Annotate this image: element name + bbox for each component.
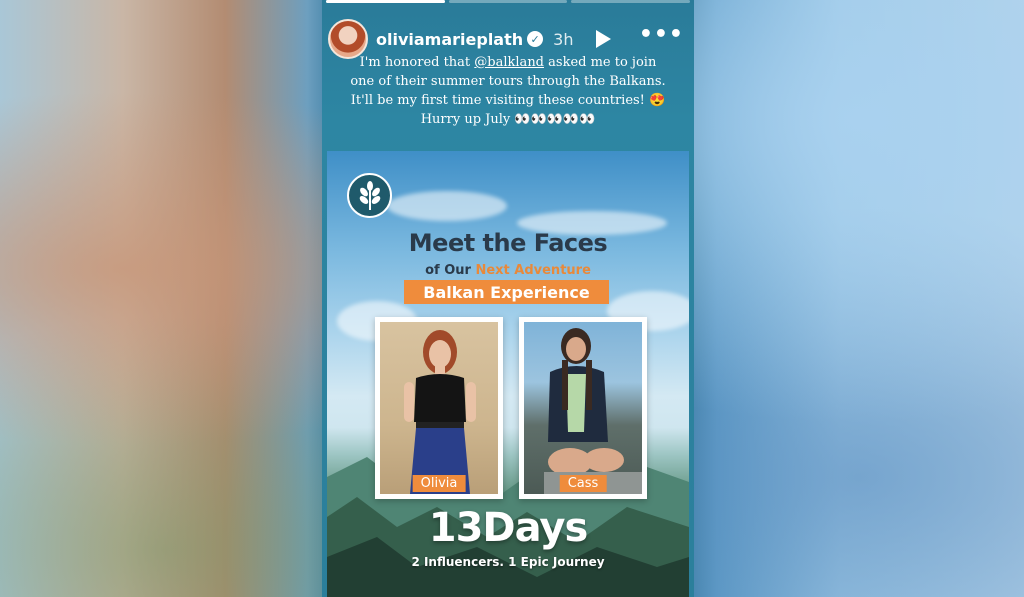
shared-post-image[interactable]: Meet the Faces of Our Next Adventure Bal…	[327, 151, 689, 597]
story-progress-bar	[326, 0, 691, 3]
mention-link[interactable]: @balkland	[474, 55, 544, 70]
post-tagline: 2 Influencers. 1 Epic Journey	[411, 555, 605, 569]
more-options-icon[interactable]: •••	[639, 24, 684, 46]
progress-segment	[571, 0, 691, 3]
progress-segment	[448, 0, 568, 3]
post-title: Meet the Faces	[408, 229, 608, 257]
timestamp: 3h	[553, 29, 574, 49]
trip-duration: 13Days	[428, 505, 589, 551]
influencer-photo-cass: Cass	[519, 317, 647, 499]
influencer-photo-olivia: Olivia	[375, 317, 503, 499]
instagram-story[interactable]: oliviamarieplath ✓ 3h ••• I'm honored th…	[322, 0, 694, 597]
cloud	[387, 191, 507, 221]
tour-badge: Balkan Experience	[404, 280, 609, 304]
verified-check-icon: ✓	[527, 31, 544, 47]
story-caption: I'm honored that @balkland asked me to j…	[348, 53, 668, 129]
progress-segment	[326, 0, 445, 3]
play-icon[interactable]	[595, 30, 611, 48]
photo-label-cass: Cass	[559, 475, 607, 492]
subtitle-accent: Next Adventure	[475, 263, 591, 278]
photo-label-olivia: Olivia	[412, 475, 466, 492]
username[interactable]: oliviamarieplath	[376, 30, 523, 49]
caption-text: I'm honored that	[359, 55, 475, 70]
post-subtitle: of Our Next Adventure	[327, 263, 689, 278]
subtitle-prefix: of Our	[425, 263, 476, 278]
leaf-logo-icon	[347, 173, 392, 218]
